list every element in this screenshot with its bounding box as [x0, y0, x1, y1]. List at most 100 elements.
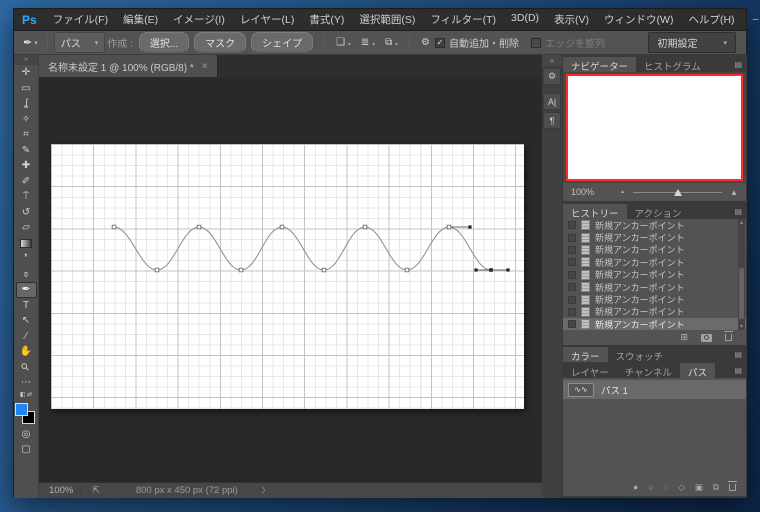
- gear-icon[interactable]: ⚙: [416, 37, 435, 48]
- zoom-level-field[interactable]: 100%: [49, 485, 82, 496]
- tab-history[interactable]: ヒストリー: [563, 204, 627, 219]
- brush-tool[interactable]: ✐: [16, 174, 37, 190]
- menu-view[interactable]: 表示(V): [547, 9, 596, 30]
- lasso-tool[interactable]: ʆ: [16, 96, 37, 112]
- properties-panel-button[interactable]: ⚙: [543, 68, 561, 85]
- tab-color[interactable]: カラー: [563, 347, 608, 362]
- history-item[interactable]: 新規アンカーポイント: [563, 306, 746, 318]
- tab-actions[interactable]: アクション: [627, 204, 690, 219]
- navigator-zoom-value[interactable]: 100%: [571, 187, 594, 197]
- paragraph-panel-button[interactable]: ¶: [543, 112, 561, 129]
- auto-add-delete-checkbox[interactable]: ✓: [435, 38, 445, 48]
- tab-channels[interactable]: チャンネル: [617, 363, 680, 378]
- history-item[interactable]: 新規アンカーポイント: [563, 281, 746, 293]
- menu-edit[interactable]: 編集(E): [116, 9, 165, 30]
- navigator-zoom-slider[interactable]: [633, 192, 722, 193]
- history-item[interactable]: 新規アンカーポイント: [563, 231, 746, 243]
- menu-layer[interactable]: レイヤー(L): [233, 9, 302, 30]
- move-tool[interactable]: ✛: [16, 65, 37, 81]
- zoom-tool[interactable]: ⚲: [16, 360, 37, 376]
- path-alignment-icon[interactable]: ≣ ▾: [356, 37, 380, 48]
- menu-select[interactable]: 選択範囲(S): [352, 9, 422, 30]
- history-source-checkbox[interactable]: [568, 296, 576, 304]
- add-mask-icon[interactable]: ▣: [695, 482, 703, 493]
- history-source-checkbox[interactable]: [568, 283, 576, 291]
- zoom-out-icon[interactable]: ▲: [620, 189, 625, 195]
- menu-type[interactable]: 書式(Y): [302, 9, 351, 30]
- tab-close-icon[interactable]: ×: [202, 61, 208, 72]
- menu-3d[interactable]: 3D(D): [504, 9, 546, 30]
- quick-selection-tool[interactable]: ✧: [16, 112, 37, 128]
- healing-brush-tool[interactable]: ✚: [16, 158, 37, 174]
- history-brush-tool[interactable]: ↺: [16, 205, 37, 221]
- workspace-dropdown[interactable]: 初期設定 ▾: [648, 32, 736, 53]
- screen-mode-button[interactable]: ▢: [16, 442, 37, 458]
- path-arrangement-icon[interactable]: ⧉ ▾: [380, 37, 403, 48]
- path-item[interactable]: ∿∿ パス 1: [563, 380, 746, 399]
- foreground-color-swatch[interactable]: [15, 403, 28, 416]
- gradient-tool[interactable]: [16, 236, 37, 252]
- menu-image[interactable]: イメージ(I): [166, 9, 232, 30]
- pen-tool[interactable]: ✒: [16, 282, 37, 298]
- eyedropper-tool[interactable]: ✎: [16, 143, 37, 159]
- history-source-checkbox[interactable]: [568, 221, 576, 229]
- history-source-checkbox[interactable]: [568, 258, 576, 266]
- history-source-checkbox[interactable]: [568, 246, 576, 254]
- tab-histogram[interactable]: ヒストグラム: [636, 57, 709, 72]
- scroll-up-icon[interactable]: ▴: [738, 219, 745, 226]
- navigator-proxy-view[interactable]: [566, 74, 743, 181]
- history-item[interactable]: 新規アンカーポイント: [563, 293, 746, 305]
- line-tool[interactable]: ∕: [16, 329, 37, 345]
- hand-tool[interactable]: ✋: [16, 344, 37, 360]
- history-scrollbar[interactable]: ▴ ▾: [738, 219, 745, 330]
- menu-file[interactable]: ファイル(F): [46, 9, 115, 30]
- history-source-checkbox[interactable]: [568, 271, 576, 279]
- history-source-checkbox[interactable]: [568, 320, 576, 328]
- pick-mode-dropdown[interactable]: パス ▾: [54, 32, 106, 53]
- scrollbar-thumb[interactable]: [739, 268, 744, 319]
- minimize-button[interactable]: –: [742, 10, 760, 30]
- new-path-icon[interactable]: ⧉: [713, 482, 719, 493]
- new-document-from-state-icon[interactable]: ⊞: [680, 332, 688, 343]
- eraser-tool[interactable]: ▱: [16, 220, 37, 236]
- make-selection-button[interactable]: 選択...: [139, 32, 189, 53]
- history-item[interactable]: 新規アンカーポイント: [563, 244, 746, 256]
- fill-path-icon[interactable]: ●: [633, 482, 638, 492]
- load-selection-icon[interactable]: ◌: [663, 482, 668, 492]
- canvas[interactable]: [51, 144, 524, 409]
- menu-filter[interactable]: フィルター(T): [423, 9, 503, 30]
- panel-menu-icon[interactable]: ▤: [734, 350, 742, 359]
- history-item-selected[interactable]: 新規アンカーポイント: [563, 318, 746, 330]
- character-panel-button[interactable]: A|: [543, 93, 561, 110]
- history-source-checkbox[interactable]: [568, 234, 576, 242]
- more-tools[interactable]: ⋯: [16, 375, 37, 391]
- history-item[interactable]: 新規アンカーポイント: [563, 269, 746, 281]
- clone-stamp-tool[interactable]: ⍑: [16, 189, 37, 205]
- slider-thumb[interactable]: [674, 189, 682, 196]
- new-snapshot-icon[interactable]: [701, 334, 712, 342]
- tab-layers[interactable]: レイヤー: [563, 363, 617, 378]
- panel-menu-icon[interactable]: ▤: [734, 366, 742, 375]
- delete-path-icon[interactable]: [729, 484, 736, 491]
- crop-tool[interactable]: ⌗: [16, 127, 37, 143]
- make-shape-button[interactable]: シェイプ: [251, 32, 313, 53]
- panel-menu-icon[interactable]: ▤: [734, 207, 742, 216]
- path-selection-tool[interactable]: ↖: [16, 313, 37, 329]
- tab-paths[interactable]: パス: [680, 363, 715, 378]
- blur-tool[interactable]: ❜: [16, 251, 37, 267]
- panel-menu-icon[interactable]: ▤: [734, 60, 742, 69]
- make-work-path-icon[interactable]: ◇: [678, 482, 685, 493]
- zoom-in-icon[interactable]: ▲: [730, 188, 738, 197]
- delete-state-icon[interactable]: [725, 334, 732, 341]
- status-chevron-icon[interactable]: 〉: [262, 485, 270, 496]
- tab-navigator[interactable]: ナビゲーター: [563, 57, 636, 72]
- toolbox-collapse-icon[interactable]: »: [14, 55, 38, 65]
- menu-help[interactable]: ヘルプ(H): [681, 9, 741, 30]
- tool-preset-picker[interactable]: ✒ ▾: [20, 36, 41, 49]
- marquee-tool[interactable]: ▭: [16, 81, 37, 97]
- export-icon[interactable]: ⇱: [92, 485, 100, 496]
- history-item[interactable]: 新規アンカーポイント: [563, 219, 746, 231]
- history-item[interactable]: 新規アンカーポイント: [563, 256, 746, 268]
- default-swap-colors-icon[interactable]: ◧ ⇄: [20, 391, 32, 399]
- stroke-path-icon[interactable]: ○: [648, 482, 653, 492]
